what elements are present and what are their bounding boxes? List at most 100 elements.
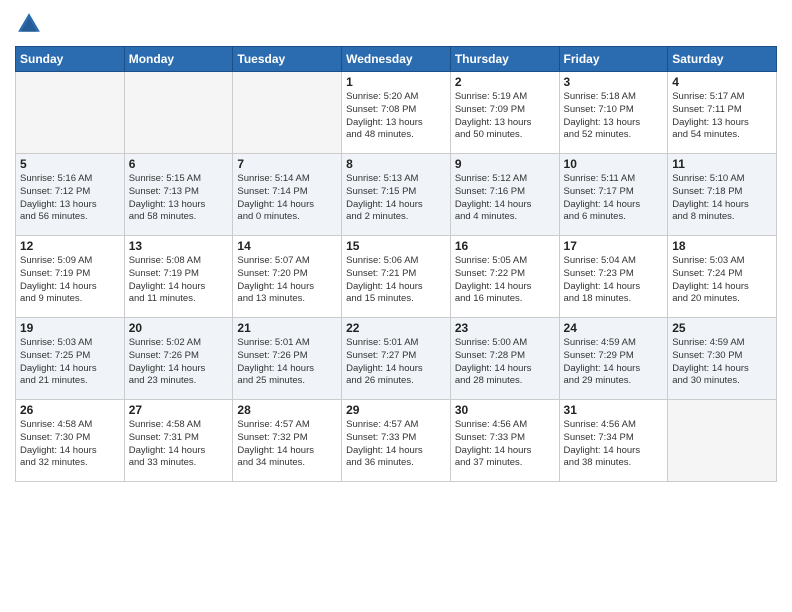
calendar-cell: 17 Sunrise: 5:04 AM Sunset: 7:23 PM Dayli… [559, 236, 668, 318]
weekday-header: Wednesday [342, 47, 451, 72]
calendar-cell: 18 Sunrise: 5:03 AM Sunset: 7:24 PM Dayli… [668, 236, 777, 318]
day-info: Sunrise: 5:17 AM Sunset: 7:11 PM Dayligh… [672, 91, 772, 142]
day-info: Sunrise: 5:18 AM Sunset: 7:10 PM Dayligh… [564, 91, 664, 142]
weekday-header: Monday [124, 47, 233, 72]
day-number: 31 [564, 403, 664, 417]
day-info: Sunrise: 5:15 AM Sunset: 7:13 PM Dayligh… [129, 173, 229, 224]
day-number: 27 [129, 403, 229, 417]
day-info: Sunrise: 5:09 AM Sunset: 7:19 PM Dayligh… [20, 255, 120, 306]
day-number: 20 [129, 321, 229, 335]
day-number: 10 [564, 157, 664, 171]
day-info: Sunrise: 5:02 AM Sunset: 7:26 PM Dayligh… [129, 337, 229, 388]
day-info: Sunrise: 4:59 AM Sunset: 7:30 PM Dayligh… [672, 337, 772, 388]
calendar-cell: 4 Sunrise: 5:17 AM Sunset: 7:11 PM Daylig… [668, 72, 777, 154]
calendar-cell: 8 Sunrise: 5:13 AM Sunset: 7:15 PM Daylig… [342, 154, 451, 236]
day-number: 23 [455, 321, 555, 335]
day-info: Sunrise: 4:58 AM Sunset: 7:31 PM Dayligh… [129, 419, 229, 470]
logo [15, 10, 47, 38]
day-number: 24 [564, 321, 664, 335]
day-number: 18 [672, 239, 772, 253]
calendar-cell: 29 Sunrise: 4:57 AM Sunset: 7:33 PM Dayli… [342, 400, 451, 482]
day-number: 9 [455, 157, 555, 171]
calendar-cell: 12 Sunrise: 5:09 AM Sunset: 7:19 PM Dayli… [16, 236, 125, 318]
calendar-cell: 28 Sunrise: 4:57 AM Sunset: 7:32 PM Dayli… [233, 400, 342, 482]
day-info: Sunrise: 5:03 AM Sunset: 7:25 PM Dayligh… [20, 337, 120, 388]
calendar-cell: 20 Sunrise: 5:02 AM Sunset: 7:26 PM Dayli… [124, 318, 233, 400]
day-number: 8 [346, 157, 446, 171]
day-number: 29 [346, 403, 446, 417]
day-number: 22 [346, 321, 446, 335]
calendar-week-row: 5Sunrise: 5:16 AM Sunset: 7:12 PM Daylig… [16, 154, 777, 236]
day-number: 19 [20, 321, 120, 335]
day-number: 15 [346, 239, 446, 253]
calendar-week-row: 12 Sunrise: 5:09 AM Sunset: 7:19 PM Dayli… [16, 236, 777, 318]
day-info: Sunrise: 5:11 AM Sunset: 7:17 PM Dayligh… [564, 173, 664, 224]
calendar-cell [124, 72, 233, 154]
day-info: Sunrise: 5:04 AM Sunset: 7:23 PM Dayligh… [564, 255, 664, 306]
calendar-cell [233, 72, 342, 154]
day-info: Sunrise: 4:56 AM Sunset: 7:34 PM Dayligh… [564, 419, 664, 470]
day-number: 4 [672, 75, 772, 89]
day-number: 7 [237, 157, 337, 171]
calendar-cell: 16 Sunrise: 5:05 AM Sunset: 7:22 PM Dayli… [450, 236, 559, 318]
day-number: 28 [237, 403, 337, 417]
day-number: 25 [672, 321, 772, 335]
header [15, 10, 777, 38]
day-info: Sunrise: 5:08 AM Sunset: 7:19 PM Dayligh… [129, 255, 229, 306]
day-info: Sunrise: 5:01 AM Sunset: 7:27 PM Dayligh… [346, 337, 446, 388]
day-number: 26 [20, 403, 120, 417]
calendar-cell: 15 Sunrise: 5:06 AM Sunset: 7:21 PM Dayli… [342, 236, 451, 318]
day-number: 3 [564, 75, 664, 89]
calendar-cell: 21 Sunrise: 5:01 AM Sunset: 7:26 PM Dayli… [233, 318, 342, 400]
day-info: Sunrise: 5:19 AM Sunset: 7:09 PM Dayligh… [455, 91, 555, 142]
day-number: 6 [129, 157, 229, 171]
weekday-header: Friday [559, 47, 668, 72]
day-number: 17 [564, 239, 664, 253]
calendar-cell: 9Sunrise: 5:12 AM Sunset: 7:16 PM Daylig… [450, 154, 559, 236]
day-info: Sunrise: 5:05 AM Sunset: 7:22 PM Dayligh… [455, 255, 555, 306]
day-number: 11 [672, 157, 772, 171]
calendar-cell: 24 Sunrise: 4:59 AM Sunset: 7:29 PM Dayli… [559, 318, 668, 400]
weekday-header: Tuesday [233, 47, 342, 72]
calendar-week-row: 19 Sunrise: 5:03 AM Sunset: 7:25 PM Dayli… [16, 318, 777, 400]
calendar-cell: 11 Sunrise: 5:10 AM Sunset: 7:18 PM Dayli… [668, 154, 777, 236]
day-info: Sunrise: 5:01 AM Sunset: 7:26 PM Dayligh… [237, 337, 337, 388]
day-number: 13 [129, 239, 229, 253]
calendar-cell: 27 Sunrise: 4:58 AM Sunset: 7:31 PM Dayli… [124, 400, 233, 482]
day-number: 2 [455, 75, 555, 89]
day-info: Sunrise: 4:57 AM Sunset: 7:32 PM Dayligh… [237, 419, 337, 470]
day-info: Sunrise: 5:06 AM Sunset: 7:21 PM Dayligh… [346, 255, 446, 306]
day-info: Sunrise: 5:10 AM Sunset: 7:18 PM Dayligh… [672, 173, 772, 224]
day-info: Sunrise: 4:59 AM Sunset: 7:29 PM Dayligh… [564, 337, 664, 388]
calendar-cell: 25 Sunrise: 4:59 AM Sunset: 7:30 PM Dayli… [668, 318, 777, 400]
calendar-cell [668, 400, 777, 482]
day-info: Sunrise: 5:13 AM Sunset: 7:15 PM Dayligh… [346, 173, 446, 224]
day-number: 21 [237, 321, 337, 335]
calendar-cell: 13 Sunrise: 5:08 AM Sunset: 7:19 PM Dayli… [124, 236, 233, 318]
day-number: 1 [346, 75, 446, 89]
day-info: Sunrise: 5:03 AM Sunset: 7:24 PM Dayligh… [672, 255, 772, 306]
calendar-cell: 14 Sunrise: 5:07 AM Sunset: 7:20 PM Dayli… [233, 236, 342, 318]
calendar-cell: 23 Sunrise: 5:00 AM Sunset: 7:28 PM Dayli… [450, 318, 559, 400]
day-info: Sunrise: 5:14 AM Sunset: 7:14 PM Dayligh… [237, 173, 337, 224]
weekday-header: Sunday [16, 47, 125, 72]
day-info: Sunrise: 5:00 AM Sunset: 7:28 PM Dayligh… [455, 337, 555, 388]
calendar-cell: 7 Sunrise: 5:14 AM Sunset: 7:14 PM Daylig… [233, 154, 342, 236]
weekday-header: Saturday [668, 47, 777, 72]
day-info: Sunrise: 4:57 AM Sunset: 7:33 PM Dayligh… [346, 419, 446, 470]
day-info: Sunrise: 4:58 AM Sunset: 7:30 PM Dayligh… [20, 419, 120, 470]
day-number: 30 [455, 403, 555, 417]
calendar-week-row: 26 Sunrise: 4:58 AM Sunset: 7:30 PM Dayli… [16, 400, 777, 482]
calendar-cell: 5Sunrise: 5:16 AM Sunset: 7:12 PM Daylig… [16, 154, 125, 236]
day-info: Sunrise: 5:07 AM Sunset: 7:20 PM Dayligh… [237, 255, 337, 306]
calendar-week-row: 1Sunrise: 5:20 AM Sunset: 7:08 PM Daylig… [16, 72, 777, 154]
calendar-cell: 26 Sunrise: 4:58 AM Sunset: 7:30 PM Dayli… [16, 400, 125, 482]
day-info: Sunrise: 5:16 AM Sunset: 7:12 PM Dayligh… [20, 173, 120, 224]
page: SundayMondayTuesdayWednesdayThursdayFrid… [0, 0, 792, 492]
calendar-cell: 30Sunrise: 4:56 AM Sunset: 7:33 PM Dayli… [450, 400, 559, 482]
day-number: 12 [20, 239, 120, 253]
calendar-cell: 10 Sunrise: 5:11 AM Sunset: 7:17 PM Dayli… [559, 154, 668, 236]
day-number: 14 [237, 239, 337, 253]
day-number: 16 [455, 239, 555, 253]
weekday-header: Thursday [450, 47, 559, 72]
